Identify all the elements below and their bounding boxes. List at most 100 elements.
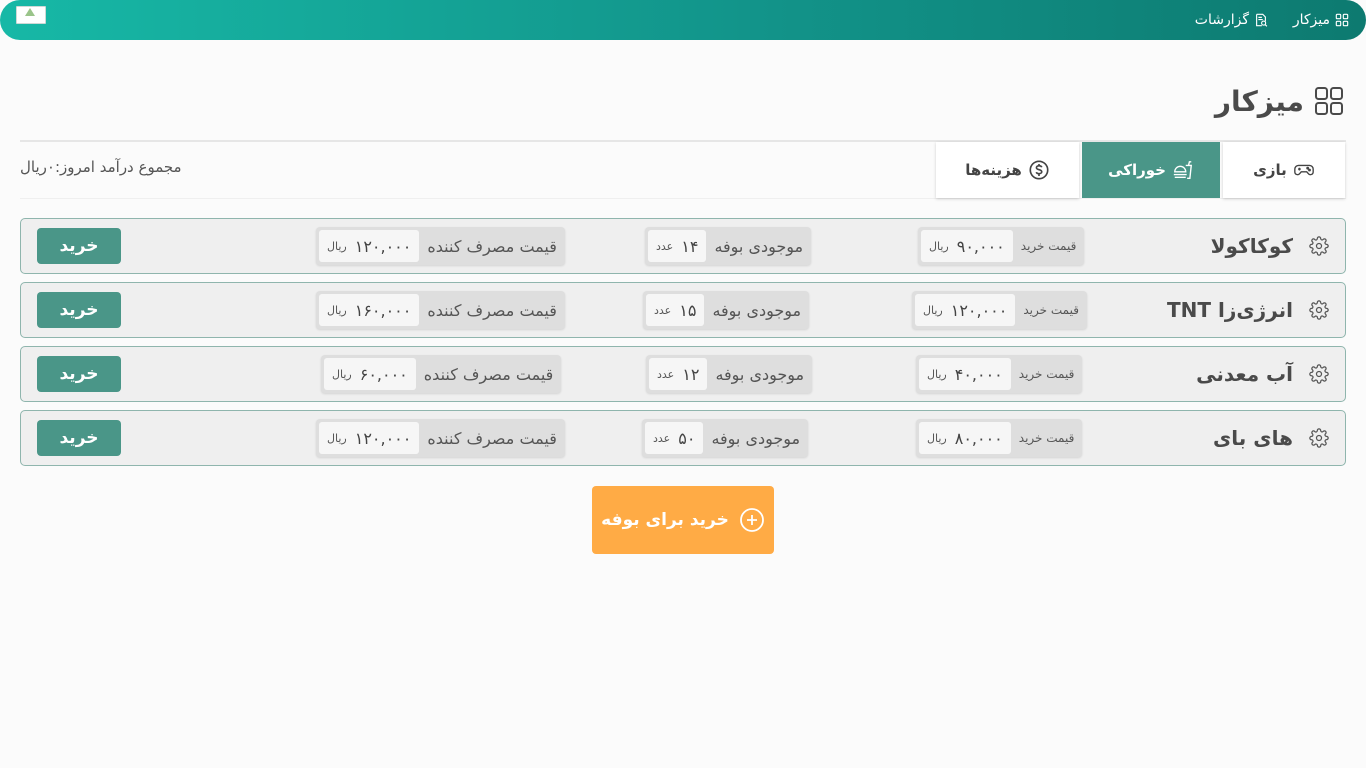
gear-icon[interactable]: [1309, 364, 1329, 384]
product-name: های بای: [1212, 426, 1293, 450]
buy-price-value-box: ۴۰,۰۰۰ ریال: [919, 358, 1011, 390]
currency-unit: ریال: [927, 431, 947, 445]
stock-value: ۱۴: [681, 236, 699, 256]
buy-button[interactable]: خرید: [37, 228, 121, 264]
consumer-price-field: قیمت مصرف کننده ۶۰,۰۰۰ ریال: [321, 355, 562, 393]
buy-button[interactable]: خرید: [37, 356, 121, 392]
tab-games[interactable]: بازی: [1223, 142, 1345, 198]
consumer-price-value-box: ۱۲۰,۰۰۰ ریال: [319, 230, 420, 262]
fast-food-icon: [1173, 161, 1192, 179]
consumer-price-value: ۱۶۰,۰۰۰: [354, 300, 412, 320]
buy-price-value: ۴۰,۰۰۰: [954, 364, 1003, 384]
report-search-icon: [1256, 13, 1268, 27]
nav-label-reports: گزارشات: [1194, 12, 1249, 28]
product-row: آب معدنی قیمت خرید ۴۰,۰۰۰ ریال موجودی بو…: [20, 346, 1346, 402]
stock-value: ۱۲: [682, 364, 700, 384]
gear-icon[interactable]: [1309, 236, 1329, 256]
product-row: های بای قیمت خرید ۸۰,۰۰۰ ریال موجودی بوف…: [20, 410, 1346, 466]
today-income: مجموع درآمد امروز:۰ریال: [20, 158, 182, 176]
buy-price-value: ۱۲۰,۰۰۰: [950, 300, 1008, 320]
buy-price-value-box: ۱۲۰,۰۰۰ ریال: [915, 294, 1016, 326]
stock-label: موجودی بوفه: [714, 236, 804, 256]
currency-unit: ریال: [327, 303, 347, 317]
grid-icon: [1335, 13, 1349, 27]
product-name: انرژی‌زا TNT: [1166, 298, 1293, 322]
buy-price-label: قیمت خرید: [1018, 431, 1075, 445]
stock-value-box: ۱۴ عدد: [648, 230, 707, 262]
stock-label: موجودی بوفه: [711, 428, 801, 448]
stock-field: موجودی بوفه ۱۵ عدد: [643, 291, 810, 329]
currency-unit: ریال: [327, 431, 347, 445]
plus-circle-icon: [739, 508, 764, 532]
page-header: میزکار: [1215, 82, 1344, 120]
stock-value-box: ۵۰ عدد: [645, 422, 704, 454]
consumer-price-label: قیمت مصرف کننده: [427, 300, 557, 320]
buy-price-value: ۸۰,۰۰۰: [954, 428, 1003, 448]
currency-unit: ریال: [327, 239, 347, 253]
gear-icon[interactable]: [1309, 428, 1329, 448]
nav-item-reports[interactable]: گزارشات: [1195, 0, 1268, 40]
tab-label: بازی: [1253, 161, 1287, 179]
broken-image-icon[interactable]: [16, 6, 46, 24]
tab-label: هزینه‌ها: [965, 161, 1022, 179]
product-row: کوکاکولا قیمت خرید ۹۰,۰۰۰ ریال موجودی بو…: [20, 218, 1346, 274]
stock-value-box: ۱۵ عدد: [646, 294, 705, 326]
consumer-price-label: قیمت مصرف کننده: [427, 236, 557, 256]
consumer-price-value-box: ۶۰,۰۰۰ ریال: [324, 358, 416, 390]
product-name: کوکاکولا: [1210, 234, 1293, 258]
nav-item-dashboard[interactable]: میزکار: [1293, 0, 1349, 40]
consumer-price-value-box: ۱۶۰,۰۰۰ ریال: [319, 294, 420, 326]
tab-label: خوراکی: [1108, 161, 1166, 179]
page-title: میزکار: [1214, 84, 1304, 118]
buy-price-field: قیمت خرید ۹۰,۰۰۰ ریال: [918, 227, 1085, 265]
gear-icon[interactable]: [1309, 300, 1329, 320]
stock-label: موجودی بوفه: [715, 364, 805, 384]
stock-value: ۱۵: [679, 300, 697, 320]
stock-field: موجودی بوفه ۱۴ عدد: [645, 227, 812, 265]
buy-price-field: قیمت خرید ۸۰,۰۰۰ ریال: [916, 419, 1083, 457]
currency-unit: ریال: [332, 367, 352, 381]
currency-unit: ریال: [927, 367, 947, 381]
stock-field: موجودی بوفه ۵۰ عدد: [642, 419, 809, 457]
buy-price-value-box: ۸۰,۰۰۰ ریال: [919, 422, 1011, 454]
stock-value: ۵۰: [678, 428, 696, 448]
stock-field: موجودی بوفه ۱۲ عدد: [646, 355, 813, 393]
consumer-price-field: قیمت مصرف کننده ۱۶۰,۰۰۰ ریال: [316, 291, 565, 329]
stock-label: موجودی بوفه: [712, 300, 802, 320]
buy-price-label: قیمت خرید: [1023, 303, 1079, 317]
consumer-price-field: قیمت مصرف کننده ۱۲۰,۰۰۰ ریال: [316, 227, 565, 265]
consumer-price-label: قیمت مصرف کننده: [427, 428, 557, 448]
buy-price-label: قیمت خرید: [1018, 367, 1075, 381]
buy-for-buffet-label: خرید برای بوفه: [601, 510, 729, 530]
count-unit: عدد: [657, 367, 675, 381]
buy-button[interactable]: خرید: [37, 292, 121, 328]
dollar-circle-icon: [1029, 160, 1049, 180]
buy-button[interactable]: خرید: [37, 420, 121, 456]
consumer-price-value: ۶۰,۰۰۰: [359, 364, 408, 384]
buy-price-value-box: ۹۰,۰۰۰ ریال: [921, 230, 1013, 262]
currency-unit: ریال: [929, 239, 949, 253]
count-unit: عدد: [654, 303, 672, 317]
tab-expenses[interactable]: هزینه‌ها: [936, 142, 1079, 198]
count-unit: عدد: [653, 431, 671, 445]
tabs-bar: بازی خوراکی هزینه‌ها مجموع درآمد امروز:۰…: [20, 142, 1346, 199]
consumer-price-value: ۱۲۰,۰۰۰: [354, 428, 412, 448]
consumer-price-label: قیمت مصرف کننده: [423, 364, 554, 384]
consumer-price-value: ۱۲۰,۰۰۰: [354, 236, 412, 256]
buy-for-buffet-button[interactable]: خرید برای بوفه: [592, 486, 774, 554]
buy-price-field: قیمت خرید ۱۲۰,۰۰۰ ریال: [912, 291, 1087, 329]
buy-price-label: قیمت خرید: [1020, 239, 1077, 253]
currency-unit: ریال: [923, 303, 943, 317]
grid-icon: [1315, 87, 1343, 115]
buy-price-value: ۹۰,۰۰۰: [956, 236, 1005, 256]
product-name: آب معدنی: [1196, 362, 1293, 386]
stock-value-box: ۱۲ عدد: [649, 358, 708, 390]
tab-food[interactable]: خوراکی: [1082, 142, 1220, 198]
product-row: انرژی‌زا TNT قیمت خرید ۱۲۰,۰۰۰ ریال موجو…: [20, 282, 1346, 338]
nav-label-dashboard: میزکار: [1292, 12, 1330, 28]
consumer-price-field: قیمت مصرف کننده ۱۲۰,۰۰۰ ریال: [316, 419, 565, 457]
buy-price-field: قیمت خرید ۴۰,۰۰۰ ریال: [916, 355, 1083, 393]
top-navbar: میزکار گزارشات: [0, 0, 1366, 40]
gamepad-icon: [1293, 164, 1314, 176]
count-unit: عدد: [656, 239, 674, 253]
